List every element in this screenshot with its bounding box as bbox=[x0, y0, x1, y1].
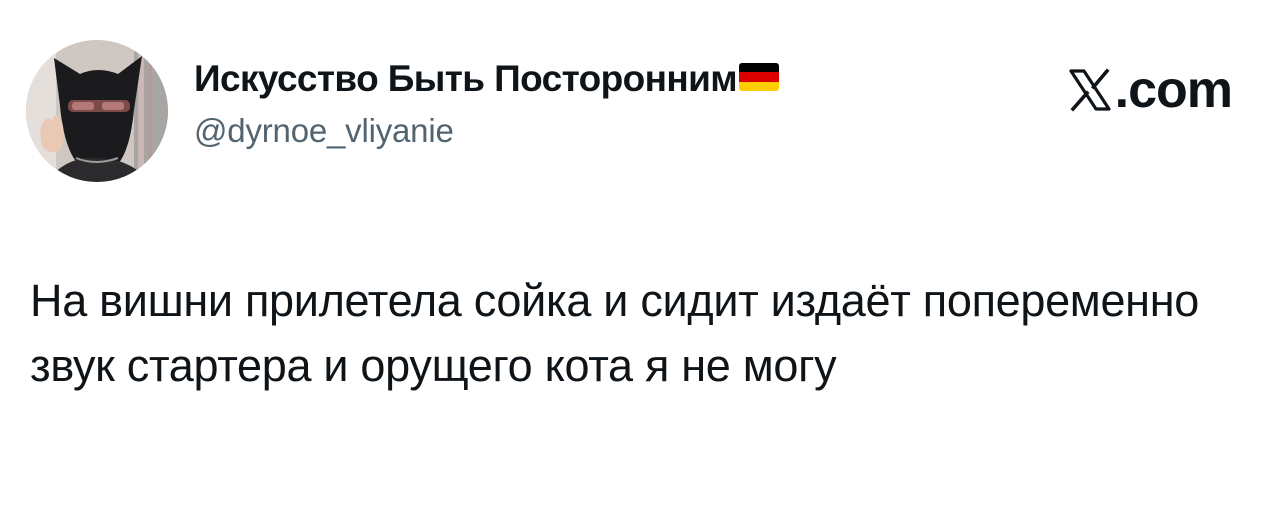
x-brand: .com bbox=[1067, 60, 1233, 120]
author-block: Искусство Быть Посторонним @dyrnoe_vliya… bbox=[194, 54, 974, 150]
germany-flag-icon bbox=[739, 63, 780, 91]
display-name[interactable]: Искусство Быть Посторонним bbox=[194, 58, 738, 100]
x-logo-icon bbox=[1069, 68, 1111, 112]
user-handle[interactable]: @dyrnoe_vliyanie bbox=[194, 112, 974, 150]
tweet-card: Искусство Быть Посторонним @dyrnoe_vliya… bbox=[0, 0, 1284, 517]
display-name-row: Искусство Быть Посторонним bbox=[194, 54, 974, 104]
tweet-text: На вишни прилетела сойка и сидит издаёт … bbox=[30, 275, 1200, 391]
brand-domain-text: .com bbox=[1114, 61, 1233, 119]
avatar[interactable] bbox=[26, 40, 168, 182]
avatar-photo bbox=[26, 40, 168, 182]
